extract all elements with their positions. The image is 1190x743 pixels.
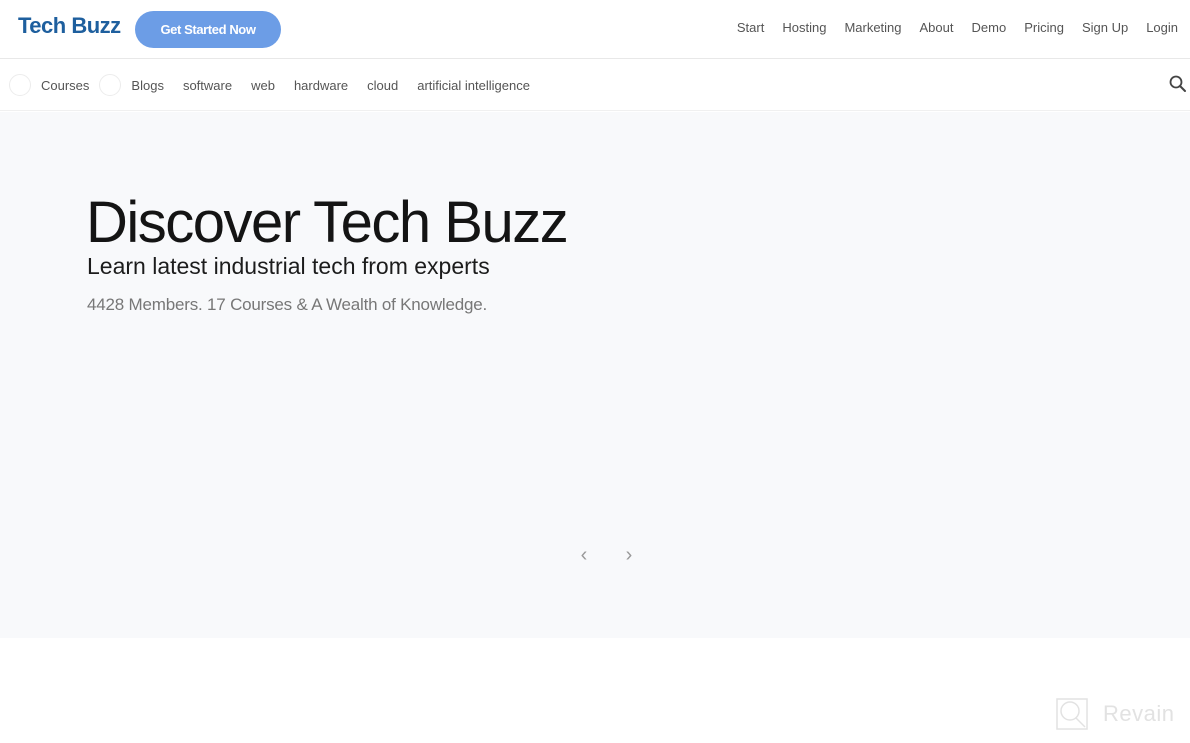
category-artificial-intelligence[interactable]: artificial intelligence [417,78,530,93]
blogs-icon [99,74,122,96]
nav-marketing[interactable]: Marketing [844,20,901,35]
nav-hosting[interactable]: Hosting [782,20,826,35]
watermark-text: Revain [1103,701,1175,726]
nav-start[interactable]: Start [737,20,764,35]
nav-sign-up[interactable]: Sign Up [1082,20,1128,35]
hero-section: Discover Tech Buzz Learn latest industri… [0,112,1190,638]
watermark: Revain [1055,697,1174,731]
category-software[interactable]: software [183,78,232,93]
logo[interactable]: Tech Buzz [18,13,121,39]
nav-about[interactable]: About [920,20,954,35]
chevron-left-icon[interactable]: ‹ [576,545,592,565]
courses-icon [9,74,31,96]
hero-stats: 4428 Members. 17 Courses & A Wealth of K… [87,295,488,314]
revain-logo-icon [1056,698,1088,730]
category-hardware[interactable]: hardware [294,78,348,93]
chevron-right-icon[interactable]: › [621,545,637,565]
nav-login[interactable]: Login [1146,20,1178,35]
category-courses[interactable]: Courses [41,78,89,93]
nav-pricing[interactable]: Pricing [1024,20,1064,35]
nav-demo[interactable]: Demo [972,20,1007,35]
category-bar: Courses Blogs software web hardware clou… [0,60,1190,111]
hero-title: Discover Tech Buzz [86,190,569,255]
main-nav: Start Hosting Marketing About Demo Prici… [719,20,1178,35]
category-web[interactable]: web [251,78,275,93]
search-icon[interactable] [1168,74,1188,94]
hero-subtitle: Learn latest industrial tech from expert… [87,253,490,279]
get-started-button[interactable]: Get Started Now [135,11,281,48]
category-cloud[interactable]: cloud [367,78,398,93]
category-blogs[interactable]: Blogs [131,78,164,93]
top-header: Tech Buzz Get Started Now Start Hosting … [0,0,1190,59]
